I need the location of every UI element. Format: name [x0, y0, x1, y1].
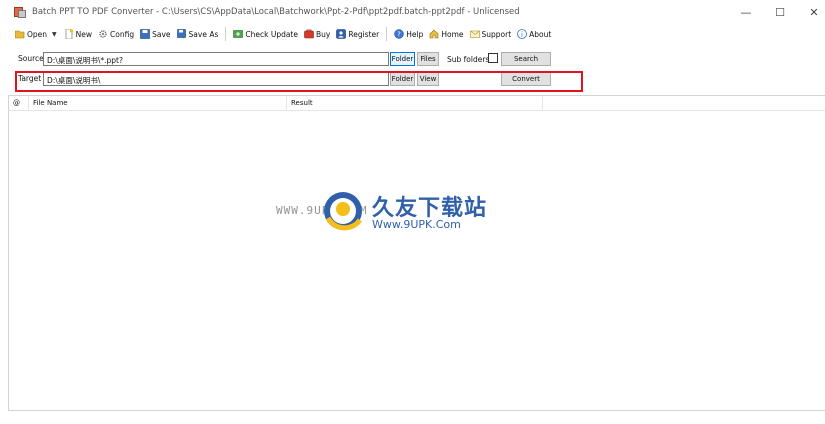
home-button[interactable]: Home — [426, 25, 466, 43]
column-result[interactable]: Result — [287, 96, 543, 111]
new-label: New — [75, 29, 93, 39]
buy-button[interactable]: Buy — [301, 25, 333, 43]
save-label: Save — [152, 29, 171, 39]
save-button[interactable]: Save — [137, 25, 173, 43]
check-update-label: Check Update — [245, 29, 298, 39]
toolbar-separator — [225, 27, 227, 41]
save-as-label: Save As — [188, 29, 219, 39]
watermark-logo-icon — [320, 188, 366, 234]
watermark-en-text: Www.9UPK.Com — [372, 218, 461, 231]
open-label: Open — [27, 29, 48, 39]
info-icon: i — [517, 29, 528, 39]
sub-folders-label: Sub folders — [447, 55, 490, 64]
source-row: Source D:\桌面\说明书\*.ppt? Folder Files Sub… — [0, 50, 825, 68]
toolbar-separator — [386, 27, 388, 41]
source-label: Source — [18, 54, 44, 63]
new-file-icon — [64, 28, 74, 40]
about-label: About — [529, 29, 552, 39]
support-label: Support — [481, 29, 512, 39]
open-button[interactable]: Open — [12, 25, 50, 43]
cart-icon — [304, 29, 314, 39]
sub-folders-checkbox[interactable] — [488, 53, 498, 63]
target-view-button[interactable]: View — [417, 72, 439, 86]
new-button[interactable]: New — [61, 25, 95, 43]
list-header: @ File Name Result — [9, 96, 825, 111]
column-status[interactable]: @ — [9, 96, 29, 111]
check-update-button[interactable]: Check Update — [230, 25, 301, 43]
window-title: Batch PPT TO PDF Converter - C:\Users\CS… — [32, 7, 520, 17]
app-icon — [14, 6, 26, 18]
register-button[interactable]: Register — [333, 25, 382, 43]
open-dropdown-chevron-down-icon[interactable]: ▼ — [52, 31, 57, 38]
target-row: Target D:\桌面\说明书\ Folder View Convert — [0, 70, 825, 88]
toolbar: Open ▼ New Config Save Save As Check Upd… — [0, 24, 825, 44]
register-icon — [336, 29, 347, 39]
convert-button[interactable]: Convert — [501, 72, 551, 86]
mail-icon — [469, 29, 480, 39]
svg-text:?: ? — [397, 31, 401, 39]
help-button[interactable]: ? Help — [391, 25, 426, 43]
save-as-button[interactable]: Save As — [174, 25, 222, 43]
target-folder-button[interactable]: Folder — [390, 72, 415, 86]
about-button[interactable]: i About — [514, 25, 554, 43]
buy-label: Buy — [316, 29, 331, 39]
search-button[interactable]: Search — [501, 52, 551, 66]
target-input[interactable]: D:\桌面\说明书\ — [43, 72, 389, 86]
source-folder-button[interactable]: Folder — [390, 52, 415, 66]
target-label: Target — [18, 74, 42, 83]
register-label: Register — [348, 29, 380, 39]
watermark: WWW.9UPK.COM 久友下载站 Www.9UPK.Com — [276, 188, 506, 238]
save-as-icon — [176, 29, 187, 39]
support-button[interactable]: Support — [467, 25, 515, 43]
help-icon: ? — [394, 29, 404, 39]
column-file-name[interactable]: File Name — [29, 96, 287, 111]
file-list[interactable]: @ File Name Result — [8, 95, 825, 410]
source-files-button[interactable]: Files — [417, 52, 439, 66]
title-bar: Batch PPT TO PDF Converter - C:\Users\CS… — [0, 0, 825, 24]
home-icon — [429, 29, 439, 39]
update-icon — [233, 29, 244, 39]
svg-text:i: i — [521, 31, 523, 39]
source-input[interactable]: D:\桌面\说明书\*.ppt? — [43, 52, 389, 66]
config-button[interactable]: Config — [95, 25, 137, 43]
list-bottom-border — [8, 410, 825, 411]
help-label: Help — [406, 29, 424, 39]
close-button[interactable]: ✕ — [794, 0, 825, 24]
gear-icon — [98, 29, 108, 39]
home-label: Home — [441, 29, 464, 39]
folder-open-icon — [14, 29, 25, 39]
config-label: Config — [110, 29, 135, 39]
floppy-disk-icon — [140, 29, 150, 39]
